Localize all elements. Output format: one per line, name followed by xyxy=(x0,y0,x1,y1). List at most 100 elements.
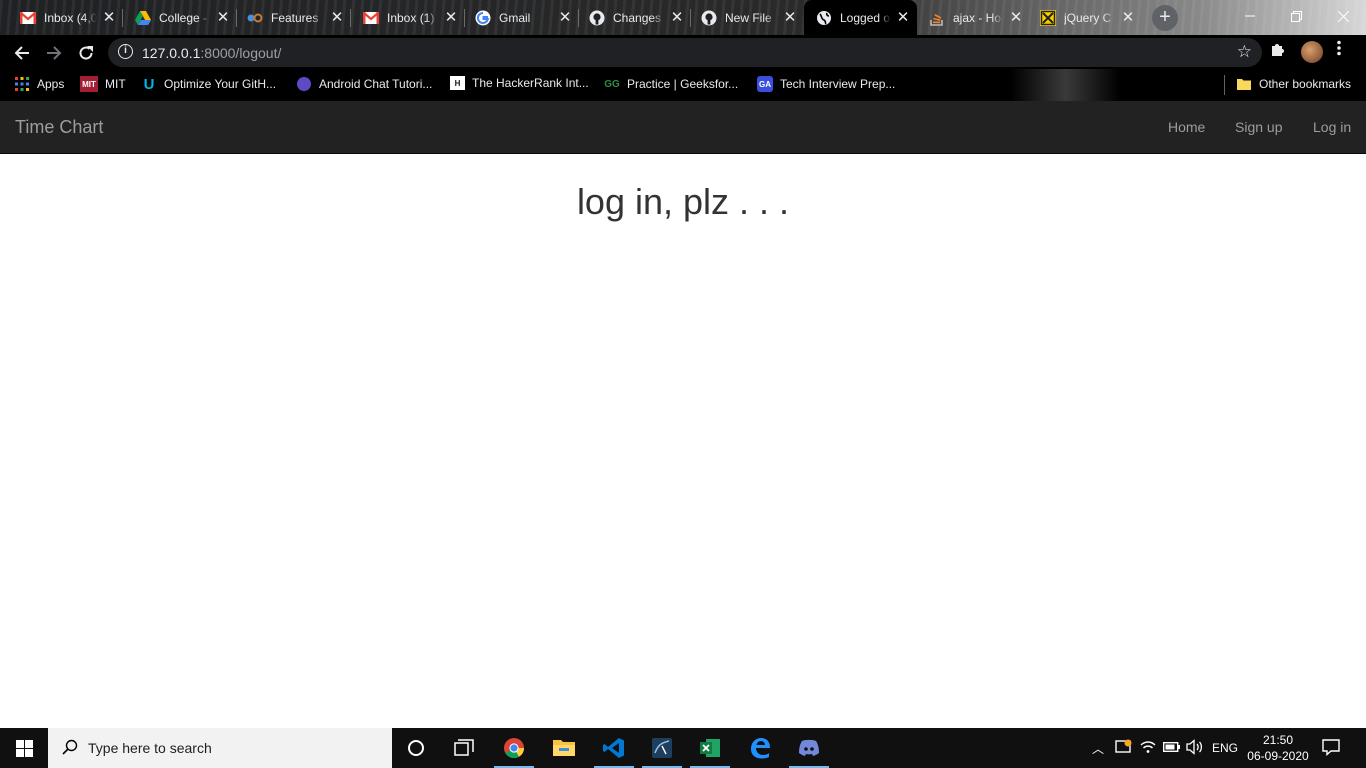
github-icon xyxy=(701,10,717,26)
tab-changes[interactable]: Changes ✕ xyxy=(579,0,691,35)
bookmark-hackerrank[interactable]: H The HackerRank Int... xyxy=(450,76,589,90)
tab-jquery[interactable]: jQuery C ✕ xyxy=(1030,0,1142,35)
tab-title: Features xyxy=(271,10,319,25)
tab-title: New File xyxy=(725,10,772,25)
gmail-icon xyxy=(363,10,379,26)
cortana-icon[interactable] xyxy=(392,728,440,768)
close-icon[interactable]: ✕ xyxy=(443,9,459,26)
site-brand[interactable]: Time Chart xyxy=(15,117,103,138)
close-icon[interactable]: ✕ xyxy=(215,9,231,26)
site-info-icon[interactable]: i xyxy=(118,44,133,59)
restore-button[interactable] xyxy=(1273,0,1319,32)
tab-ajax[interactable]: ajax - Ho ✕ xyxy=(917,0,1030,35)
extensions-puzzle-icon[interactable] xyxy=(1270,41,1286,62)
notifications-icon[interactable] xyxy=(1322,738,1340,761)
gmail-icon xyxy=(20,10,36,26)
tab-title: College - xyxy=(159,10,208,25)
close-icon[interactable]: ✕ xyxy=(329,9,345,26)
profile-avatar[interactable] xyxy=(1301,41,1323,63)
geeksforgeeks-icon: GG xyxy=(604,78,620,90)
close-icon[interactable]: ✕ xyxy=(1008,9,1024,26)
minimize-button[interactable] xyxy=(1227,0,1273,32)
tab-title: Inbox (4,0 xyxy=(44,10,97,25)
tab-new-file[interactable]: New File ✕ xyxy=(691,0,804,35)
close-icon[interactable]: ✕ xyxy=(1120,9,1136,26)
search-placeholder: Type here to search xyxy=(88,740,212,756)
tray-app-icon[interactable] xyxy=(1115,738,1133,759)
browser-toolbar: i 127.0.0.1:8000/logout/ ☆ xyxy=(0,35,1366,69)
bookmark-optimize-github[interactable]: U Optimize Your GitH... xyxy=(141,75,277,93)
url-host: 127.0.0.1 xyxy=(142,45,201,61)
bookmarks-separator xyxy=(1224,75,1225,95)
tab-title: Logged o xyxy=(840,10,891,25)
chrome-icon[interactable] xyxy=(490,728,538,768)
nav-home-link[interactable]: Home xyxy=(1168,119,1205,135)
reload-button[interactable] xyxy=(72,39,100,67)
bookmark-android-chat[interactable]: Android Chat Tutori... xyxy=(296,76,432,92)
tab-title: Changes xyxy=(613,10,662,25)
task-view-icon[interactable] xyxy=(440,728,488,768)
close-icon[interactable]: ✕ xyxy=(101,9,117,26)
forward-button[interactable] xyxy=(40,39,68,67)
system-clock[interactable]: 21:50 06-09-2020 xyxy=(1245,732,1311,764)
tab-inbox-1[interactable]: Inbox (4,0 ✕ xyxy=(0,0,123,35)
windows-taskbar: Type here to search ︿ ENG 21:50 06-09-20… xyxy=(0,728,1366,768)
clock-date: 06-09-2020 xyxy=(1247,749,1309,763)
bookmark-tech-interview[interactable]: GA Tech Interview Prep... xyxy=(757,76,895,92)
github-icon xyxy=(589,10,605,26)
mit-ocw-icon: MIT xyxy=(80,76,98,92)
url-path: :8000/logout/ xyxy=(200,45,282,61)
bookmark-other[interactable]: Other bookmarks xyxy=(1236,76,1351,92)
edge-icon[interactable] xyxy=(736,728,784,768)
back-button[interactable] xyxy=(8,39,36,67)
apps-grid-icon xyxy=(14,76,30,92)
windows-start-icon[interactable] xyxy=(0,728,48,768)
tab-inbox-2[interactable]: Inbox (1) ✕ xyxy=(351,0,465,35)
bookmark-apps[interactable]: Apps xyxy=(14,76,64,92)
bookmark-label: Practice | Geeksfor... xyxy=(627,77,739,91)
taskbar-search-box[interactable]: Type here to search xyxy=(48,728,392,768)
hackerrank-icon: H xyxy=(450,76,465,90)
tab-college[interactable]: College - ✕ xyxy=(123,0,237,35)
bookmark-star-icon[interactable]: ☆ xyxy=(1237,42,1252,62)
volume-icon[interactable] xyxy=(1186,739,1204,758)
close-icon[interactable]: ✕ xyxy=(895,9,911,26)
tab-strip: Inbox (4,0 ✕ College - ✕ Features ✕ Inbo… xyxy=(0,0,1366,35)
mysql-workbench-icon[interactable] xyxy=(638,728,686,768)
tab-logged-out[interactable]: Logged o ✕ xyxy=(804,0,917,35)
tab-features[interactable]: Features ✕ xyxy=(237,0,351,35)
google-icon xyxy=(475,10,491,26)
folder-icon xyxy=(1236,76,1252,92)
bookmark-label: Android Chat Tutori... xyxy=(319,77,433,91)
bookmark-geeksforgeeks[interactable]: GG Practice | Geeksfor... xyxy=(604,76,738,92)
feature-site-icon xyxy=(247,10,263,26)
tray-expand-icon[interactable]: ︿ xyxy=(1092,740,1104,757)
address-bar[interactable]: i 127.0.0.1:8000/logout/ ☆ xyxy=(108,38,1262,67)
nav-signup-link[interactable]: Sign up xyxy=(1235,119,1282,135)
browser-menu-icon[interactable] xyxy=(1334,40,1344,56)
bookmark-mit[interactable]: MIT MIT xyxy=(80,76,126,92)
tab-title: Inbox (1) xyxy=(387,10,435,25)
language-indicator[interactable]: ENG xyxy=(1212,741,1238,755)
purple-circle-icon xyxy=(296,76,312,92)
udacity-icon: U xyxy=(143,75,155,93)
discord-icon[interactable] xyxy=(785,728,833,768)
new-tab-button[interactable]: + xyxy=(1152,5,1178,31)
vscode-icon[interactable] xyxy=(590,728,638,768)
excel-icon[interactable] xyxy=(686,728,734,768)
tab-gmail[interactable]: Gmail ✕ xyxy=(465,0,579,35)
close-icon[interactable]: ✕ xyxy=(557,9,573,26)
nav-login-link[interactable]: Log in xyxy=(1313,119,1351,135)
tab-title: Gmail xyxy=(499,10,531,25)
close-window-button[interactable] xyxy=(1320,0,1366,32)
battery-icon[interactable] xyxy=(1162,741,1181,756)
close-icon[interactable]: ✕ xyxy=(782,9,798,26)
bookmark-label: Optimize Your GitH... xyxy=(164,77,277,91)
bookmark-label: Apps xyxy=(37,77,65,91)
file-explorer-icon[interactable] xyxy=(540,728,588,768)
google-drive-icon xyxy=(135,10,151,26)
clock-time: 21:50 xyxy=(1262,733,1294,747)
wifi-icon[interactable] xyxy=(1140,739,1156,758)
url-text[interactable]: 127.0.0.1:8000/logout/ xyxy=(142,45,281,61)
close-icon[interactable]: ✕ xyxy=(669,9,685,26)
